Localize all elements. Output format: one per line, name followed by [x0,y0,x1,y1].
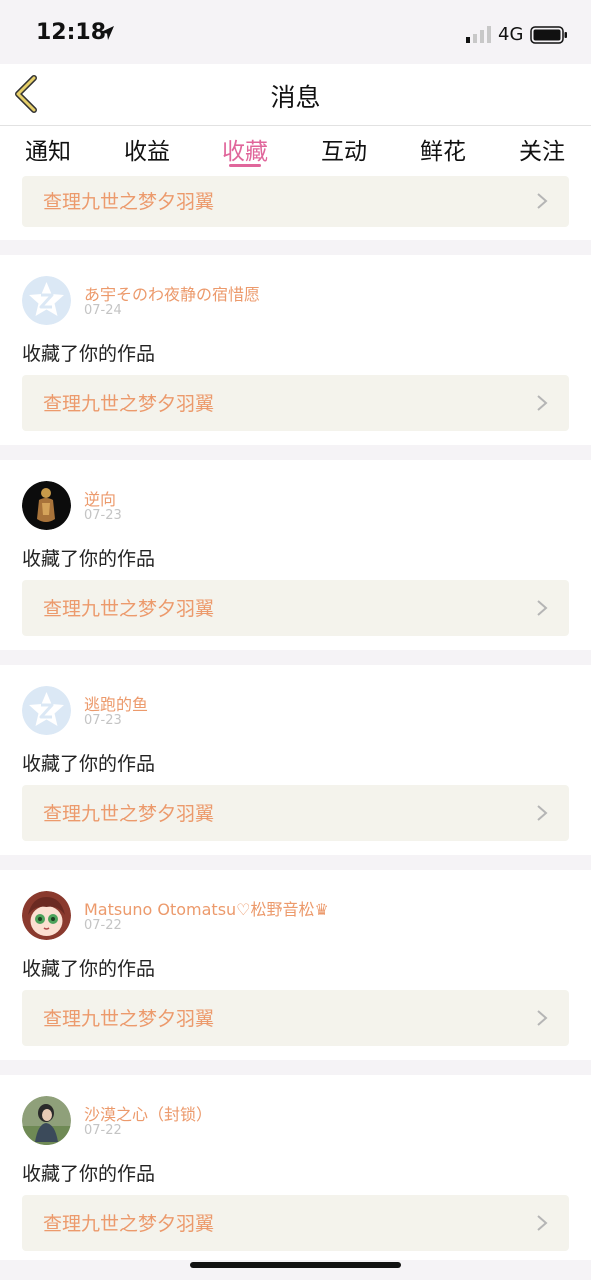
work-link[interactable]: 查理九世之梦夕羽翼 [22,375,569,431]
chevron-right-icon [537,1010,548,1026]
username[interactable]: あ宇そのわ夜静の宿惜愿 [84,281,260,305]
status-time: 12:18 [36,20,107,45]
work-title: 查理九世之梦夕羽翼 [43,1008,215,1030]
battery-icon [530,26,567,44]
page-title: 消息 [270,83,321,112]
active-tab-indicator [229,164,261,167]
tab-interactions[interactable]: 互动 [309,132,379,166]
notification-card-partial: 查理九世之梦夕羽翼 [0,176,591,240]
notification-card: あ宇そのわ夜静の宿惜愿 07-24 收藏了你的作品 查理九世之梦夕羽翼 [0,255,591,445]
tab-bar: 通知 收益 收藏 互动 鲜花 关注 [0,126,591,176]
work-link[interactable]: 查理九世之梦夕羽翼 [22,1195,569,1251]
chevron-right-icon [537,193,548,209]
network-type: 4G [498,24,524,45]
date: 07-23 [84,508,122,523]
chevron-right-icon [537,805,548,821]
work-title: 查理九世之梦夕羽翼 [43,598,215,620]
date: 07-23 [84,713,122,728]
cellular-signal-icon [466,26,491,43]
work-link[interactable]: 查理九世之梦夕羽翼 [22,785,569,841]
chevron-right-icon [537,600,548,616]
action-text: 收藏了你的作品 [22,1163,156,1185]
photo-avatar[interactable] [22,1096,71,1145]
work-title: 查理九世之梦夕羽翼 [43,803,215,825]
location-arrow-icon [100,26,114,40]
tab-earnings[interactable]: 收益 [112,132,182,166]
notification-card: Matsuno Otomatsu♡松野音松♛ 07-22 收藏了你的作品 查理九… [0,870,591,1060]
action-text: 收藏了你的作品 [22,548,156,570]
action-text: 收藏了你的作品 [22,958,156,980]
default-avatar-icon[interactable] [22,686,71,735]
chevron-right-icon [537,395,548,411]
notification-card: 逆向 07-23 收藏了你的作品 查理九世之梦夕羽翼 [0,460,591,650]
username[interactable]: 逃跑的鱼 [84,691,148,715]
action-text: 收藏了你的作品 [22,753,156,775]
tab-following[interactable]: 关注 [507,132,577,166]
username[interactable]: Matsuno Otomatsu♡松野音松♛ [84,896,329,920]
notification-card: 沙漠之心（封锁） 07-22 收藏了你的作品 查理九世之梦夕羽翼 [0,1075,591,1260]
home-indicator [190,1262,401,1268]
work-title: 查理九世之梦夕羽翼 [43,1213,215,1235]
user-avatar[interactable] [22,481,71,530]
work-link[interactable]: 查理九世之梦夕羽翼 [22,580,569,636]
date: 07-22 [84,918,122,933]
chevron-right-icon [537,1215,548,1231]
username[interactable]: 沙漠之心（封锁） [84,1101,212,1125]
default-avatar-icon[interactable] [22,276,71,325]
work-link[interactable]: 查理九世之梦夕羽翼 [22,990,569,1046]
tab-flowers[interactable]: 鲜花 [408,132,478,166]
work-title: 查理九世之梦夕羽翼 [43,191,215,213]
anime-avatar[interactable] [22,891,71,940]
tab-notifications[interactable]: 通知 [13,132,83,166]
username[interactable]: 逆向 [84,486,116,510]
work-link[interactable]: 查理九世之梦夕羽翼 [22,176,569,227]
work-title: 查理九世之梦夕羽翼 [43,393,215,415]
date: 07-22 [84,1123,122,1138]
navigation-bar: 消息 [0,64,591,126]
action-text: 收藏了你的作品 [22,343,156,365]
tab-favorites[interactable]: 收藏 [210,132,280,166]
date: 07-24 [84,303,122,318]
status-bar: 12:18 4G [0,0,591,64]
notification-card: 逃跑的鱼 07-23 收藏了你的作品 查理九世之梦夕羽翼 [0,665,591,855]
